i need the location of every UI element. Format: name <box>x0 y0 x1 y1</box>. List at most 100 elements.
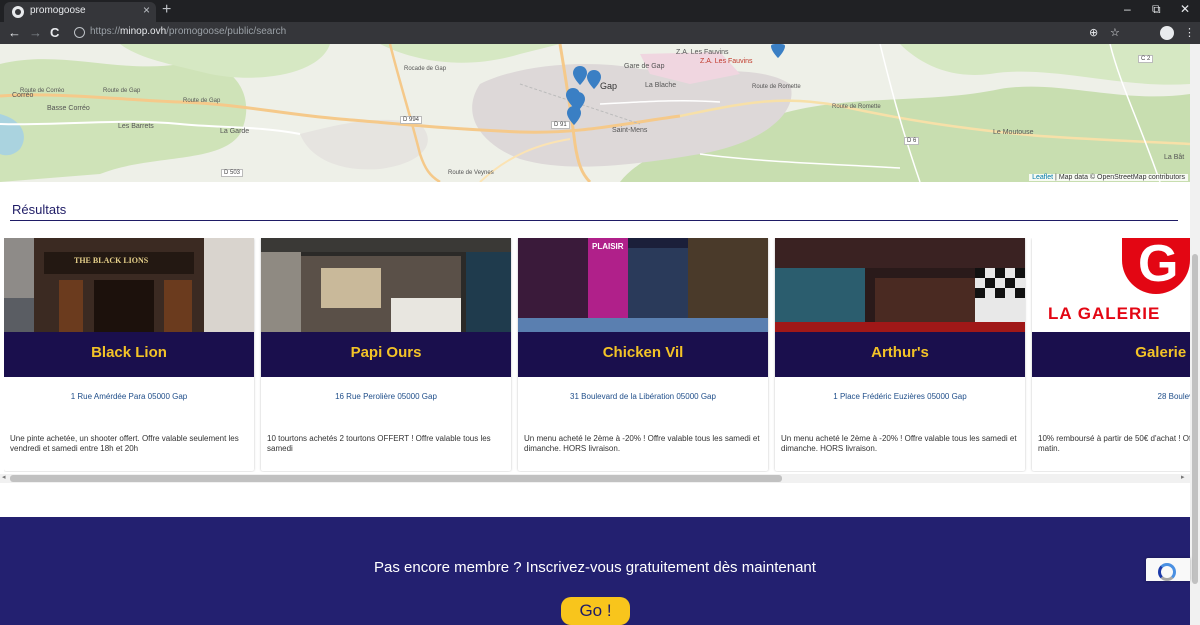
url-host: minop.ovh <box>120 26 167 37</box>
sign-text: THE BLACK LIONS <box>74 256 149 265</box>
map-road-ref: D 994 <box>400 116 423 124</box>
url-prefix: https:// <box>90 26 121 37</box>
card-name-band: Papi Ours <box>261 332 511 377</box>
close-window-button[interactable]: ✕ <box>1180 2 1190 16</box>
result-card[interactable]: PLAISIR Chicken Vil 31 Boulevard de la L… <box>518 238 768 471</box>
sign-text: PLAISIR <box>592 242 624 251</box>
site-info-icon[interactable] <box>74 27 85 38</box>
url-text: https://minop.ovh/promogoose/public/sear… <box>90 26 286 37</box>
url-path: /promogoose/public/search <box>166 26 287 37</box>
url-field[interactable]: https://minop.ovh/promogoose/public/sear… <box>66 25 1076 41</box>
card-name[interactable]: Papi Ours <box>261 344 511 361</box>
card-offer: Une pinte achetée, un shooter offert. Of… <box>10 434 239 453</box>
map-road-label: Route de Corréo <box>20 88 65 94</box>
result-card[interactable]: Papi Ours 16 Rue Perolière 05000 Gap 10 … <box>261 238 511 471</box>
map-road-label: Route de Romette <box>832 104 881 110</box>
horizontal-scrollbar[interactable]: ◂ ▸ <box>0 473 1190 483</box>
card-name-band: Black Lion <box>4 332 254 377</box>
leaflet-link[interactable]: Leaflet <box>1032 174 1053 181</box>
back-button[interactable]: ← <box>8 25 21 40</box>
page-viewport: Corréo Basse Corréo Les Barrets La Garde… <box>0 44 1190 625</box>
card-name[interactable]: Black Lion <box>4 344 254 361</box>
card-photo: G LA GALERIE <box>1032 238 1190 332</box>
map-tiles <box>0 44 1190 182</box>
result-card[interactable]: Arthur's 1 Place Frédéric Euzières 05000… <box>775 238 1025 471</box>
map-place-label: Le Moutouse <box>993 129 1034 136</box>
map[interactable]: Corréo Basse Corréo Les Barrets La Garde… <box>0 44 1190 182</box>
card-offer: 10% remboursé à partir de 50€ d'achat ! … <box>1038 434 1190 453</box>
map-place-label: La Garde <box>220 128 250 135</box>
arthurs-photo <box>775 238 1025 332</box>
chicken-vil-photo <box>518 238 768 332</box>
map-place-label: Basse Corréo <box>47 105 90 112</box>
papi-ours-photo <box>261 238 511 332</box>
card-photo <box>261 238 511 332</box>
tab-title: promogoose <box>30 5 86 16</box>
card-name[interactable]: Arthur's <box>775 344 1025 361</box>
bookmark-star-icon[interactable]: ☆ <box>1110 26 1122 39</box>
site-favicon-icon <box>12 6 24 18</box>
map-place-label: Gap <box>600 81 618 91</box>
tab-close-icon[interactable]: × <box>143 3 150 17</box>
map-road-ref: D 91 <box>551 121 570 129</box>
map-place-label: La Blache <box>645 82 677 89</box>
card-name[interactable]: Chicken Vil <box>518 344 768 361</box>
card-name[interactable]: Galerie Géa <box>1052 344 1190 361</box>
map-attribution: Leaflet | Map data © OpenStreetMap contr… <box>1029 174 1188 181</box>
map-road-label: Route de Gap <box>103 88 141 94</box>
result-card[interactable]: THE BLACK LIONS Black Lion 1 Rue Amérdée… <box>4 238 254 471</box>
recaptcha-badge[interactable] <box>1146 558 1190 581</box>
map-place-label: Z.A. Les Fauvins <box>676 49 729 56</box>
card-offer: Un menu acheté le 2ème à -20% ! Offre va… <box>524 434 760 453</box>
black-lion-photo <box>4 238 254 332</box>
minimize-button[interactable]: – <box>1124 2 1131 16</box>
map-place-label: Z.A. Les Fauvins <box>700 58 753 65</box>
signup-section: Pas encore membre ? Inscrivez-vous gratu… <box>0 517 1190 625</box>
map-road-label: Route de Romette <box>752 84 801 90</box>
map-road-ref: D 503 <box>221 169 244 177</box>
scroll-right-icon[interactable]: ▸ <box>1181 473 1185 481</box>
map-road-label: Route de Gap <box>183 98 221 104</box>
scroll-left-icon[interactable]: ◂ <box>2 473 6 481</box>
map-road-ref: C 2 <box>1138 55 1154 63</box>
card-photo: PLAISIR <box>518 238 768 332</box>
browser-tab-bar: promogoose × + – ⧉ ✕ <box>0 0 1200 22</box>
results-heading: Résultats <box>12 202 67 217</box>
card-name-band: Arthur's <box>775 332 1025 377</box>
menu-dots-icon[interactable]: ⋮ <box>1184 26 1196 39</box>
card-offer: Un menu acheté le 2ème à -20% ! Offre va… <box>781 434 1017 453</box>
card-address: 1 Place Frédéric Euzières 05000 Gap <box>833 392 967 401</box>
result-card[interactable]: G LA GALERIE Galerie Géa 28 Boulevard d'… <box>1032 238 1190 471</box>
browser-tab[interactable]: promogoose × <box>4 2 156 22</box>
results-carousel: THE BLACK LIONS Black Lion 1 Rue Amérdée… <box>4 238 1190 472</box>
vertical-scroll-thumb[interactable] <box>1192 254 1198 584</box>
card-name-band: Chicken Vil <box>518 332 768 377</box>
logo-letter: G <box>1138 238 1179 293</box>
card-photo: THE BLACK LIONS <box>4 238 254 332</box>
map-road-label: Route de Veynes <box>448 170 494 176</box>
profile-avatar[interactable] <box>1160 26 1174 40</box>
map-road-label: Rocade de Gap <box>404 66 447 72</box>
card-offer: 10 tourtons achetés 2 tourtons OFFERT ! … <box>267 434 491 453</box>
forward-button[interactable]: → <box>29 25 42 40</box>
signup-text: Pas encore membre ? Inscrivez-vous gratu… <box>374 559 816 576</box>
card-photo <box>775 238 1025 332</box>
osm-attribution: | Map data © OpenStreetMap contributors <box>1053 174 1185 181</box>
recaptcha-icon <box>1158 563 1176 581</box>
map-place-label: Saint-Mens <box>612 127 648 134</box>
map-place-label: La Bât <box>1164 154 1185 161</box>
card-address: 1 Rue Amérdée Para 05000 Gap <box>70 392 188 401</box>
restore-button[interactable]: ⧉ <box>1152 2 1161 17</box>
logo-text: LA GALERIE <box>1048 304 1161 323</box>
horizontal-scroll-thumb[interactable] <box>10 475 782 482</box>
address-bar: ← → C https://minop.ovh/promogoose/publi… <box>0 22 1200 44</box>
reload-button[interactable]: C <box>50 25 59 40</box>
map-place-label: Les Barrets <box>118 123 154 130</box>
go-button[interactable]: Go ! <box>561 597 630 625</box>
vertical-scrollbar[interactable] <box>1190 44 1200 625</box>
map-place-label: Gare de Gap <box>624 63 665 70</box>
new-tab-button[interactable]: + <box>162 1 171 19</box>
card-address: 28 Boulevard d'Orient 05000 Gap <box>1157 392 1190 401</box>
map-road-ref: D 6 <box>904 137 920 145</box>
location-icon[interactable]: ⊕ <box>1089 26 1101 39</box>
